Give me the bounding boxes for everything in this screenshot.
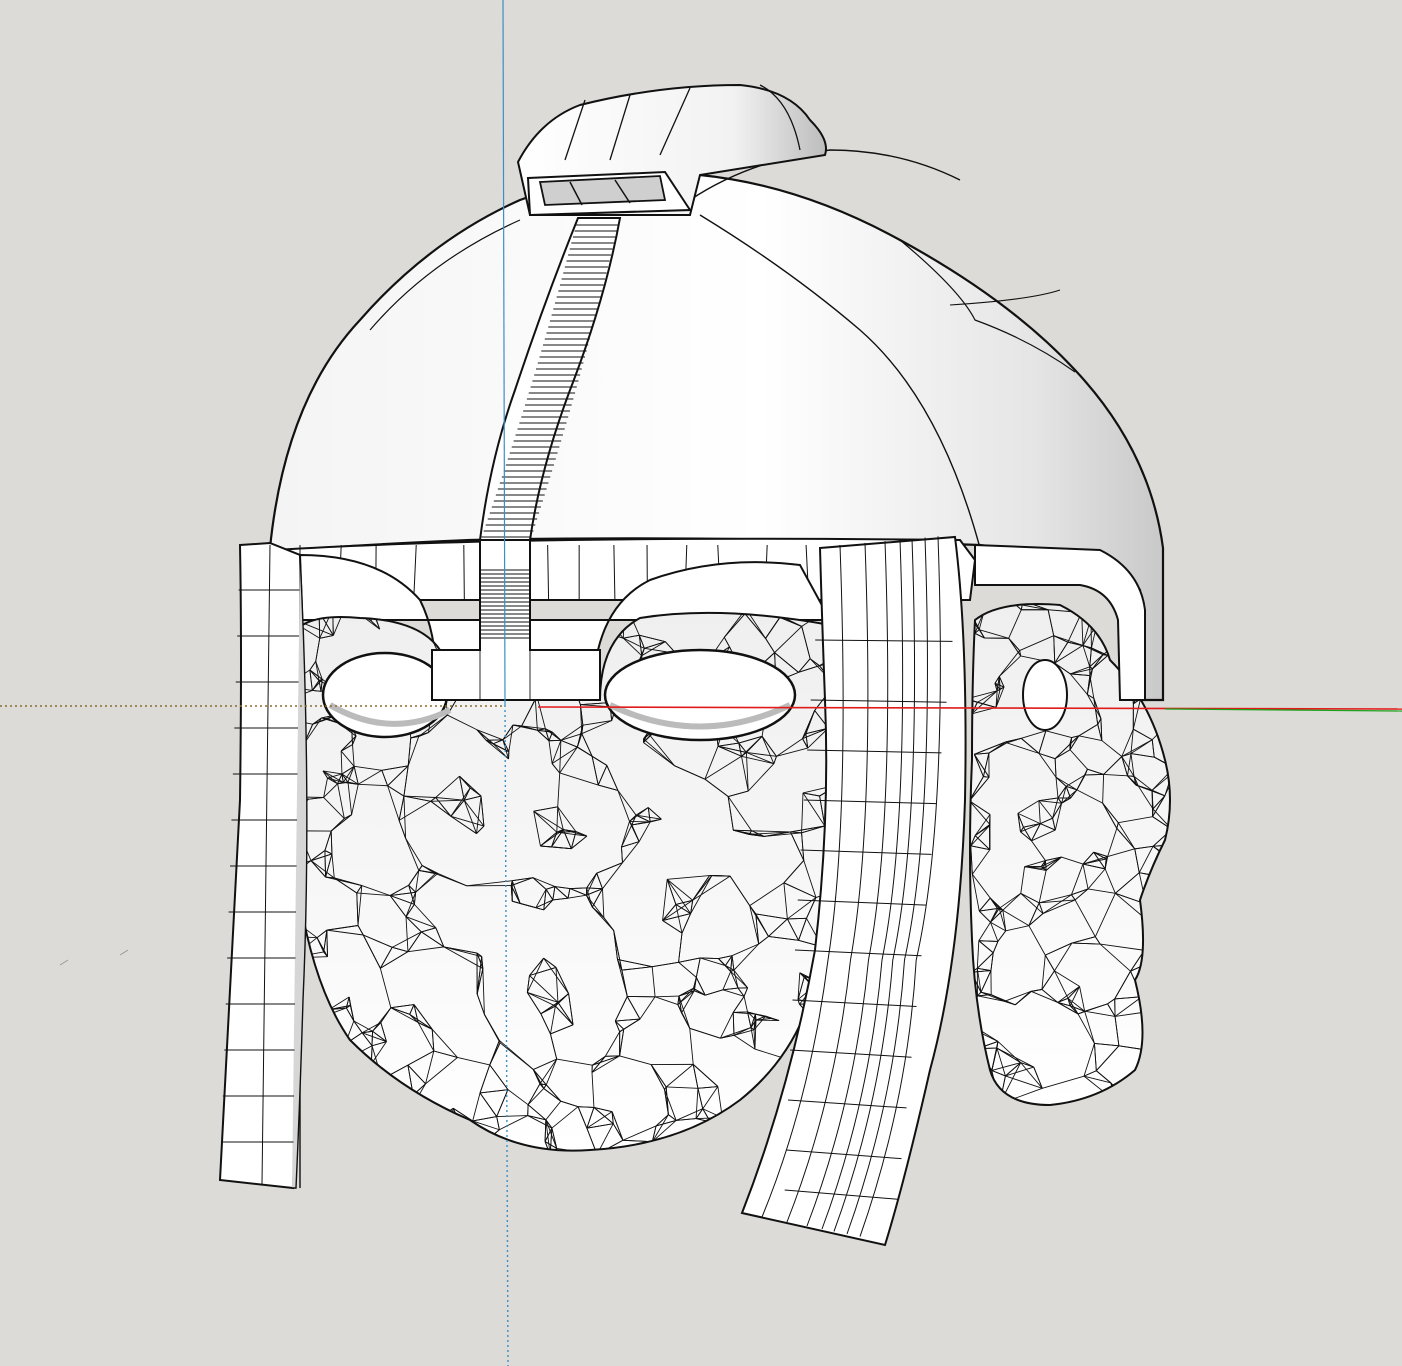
left-cheek-guard — [218, 541, 308, 1190]
side-eye-hole — [1022, 659, 1068, 731]
3d-viewport[interactable] — [0, 0, 1402, 1366]
model-canvas[interactable] — [0, 0, 1402, 1366]
